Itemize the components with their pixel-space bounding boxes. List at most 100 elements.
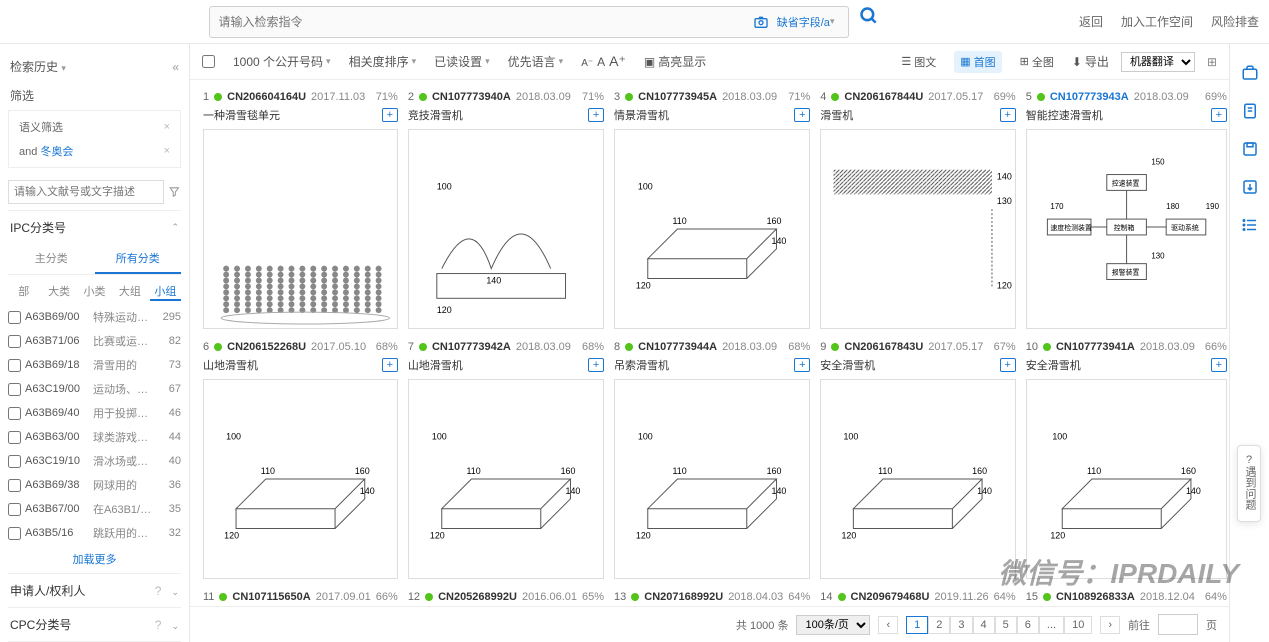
result-card[interactable]: 10CN107773941A2018.03.0966%安全滑雪机+1001101…: [1025, 338, 1228, 580]
page-2[interactable]: 2: [928, 616, 950, 634]
level-4[interactable]: 小组: [150, 283, 181, 301]
view-thumb[interactable]: ▦ 首图: [954, 51, 1001, 73]
add-icon[interactable]: +: [1211, 358, 1227, 372]
ipc-item[interactable]: A63B5/16跳跃用的训练装...32: [8, 521, 181, 545]
ipc-checkbox[interactable]: [8, 407, 21, 420]
briefcase-icon[interactable]: [1241, 64, 1259, 82]
ipc-checkbox[interactable]: [8, 431, 21, 444]
result-card[interactable]: 7CN107773942A2018.03.0968%山地滑雪机+10011014…: [407, 338, 605, 580]
link-workspace[interactable]: 加入工作空间: [1121, 13, 1193, 30]
funnel-icon[interactable]: [168, 185, 181, 199]
ipc-item[interactable]: A63B69/00特殊运动用的...295: [8, 305, 181, 329]
page-1[interactable]: 1: [906, 616, 928, 634]
next-page[interactable]: ›: [1100, 616, 1120, 634]
patent-thumbnail[interactable]: 100110140120160: [614, 129, 810, 329]
patent-thumbnail[interactable]: 100140120: [408, 129, 604, 329]
patent-number[interactable]: CN107773945A: [638, 91, 717, 103]
page-3[interactable]: 3: [950, 616, 972, 634]
ipc-item[interactable]: A63B63/00球类游戏的球...44: [8, 425, 181, 449]
patent-thumbnail[interactable]: 140130120: [820, 129, 1015, 329]
patent-thumbnail[interactable]: 100110140120160: [1026, 379, 1227, 579]
result-card[interactable]: 13CN207168992U2018.04.0364%一种自由式滑雪空中技巧夏训…: [613, 588, 811, 606]
link-risk[interactable]: 风险排查: [1211, 13, 1259, 30]
goto-input[interactable]: [1158, 614, 1198, 635]
lang-pref[interactable]: 优先语言 ▾: [508, 53, 564, 70]
patent-number[interactable]: CN206167843U: [844, 341, 923, 353]
level-3[interactable]: 大组: [114, 283, 145, 301]
result-card[interactable]: 1CN206604164U2017.11.0371%一种滑雪毯单元+: [202, 88, 399, 330]
result-count[interactable]: 1000 个公开号码 ▾: [233, 53, 331, 70]
patent-number[interactable]: CN206604164U: [227, 91, 306, 103]
patent-thumbnail[interactable]: 100110140120160: [614, 379, 810, 579]
ipc-checkbox[interactable]: [8, 455, 21, 468]
page-4[interactable]: 4: [973, 616, 995, 634]
patent-number[interactable]: CN108926833A: [1056, 591, 1135, 603]
add-icon[interactable]: +: [794, 108, 810, 122]
result-card[interactable]: 15CN108926833A2018.12.0464%人工旱雪滑道及基于人工旱雪…: [1025, 588, 1228, 606]
ipc-item[interactable]: A63B69/38网球用的36: [8, 473, 181, 497]
patent-number[interactable]: CN107773944A: [638, 341, 717, 353]
ipc-tab-all[interactable]: 所有分类: [95, 244, 182, 274]
result-card[interactable]: 9CN206167843U2017.05.1767%安全滑雪机+10011014…: [819, 338, 1016, 580]
camera-icon[interactable]: [753, 14, 769, 30]
translate-select[interactable]: 机器翻译: [1121, 52, 1195, 72]
view-full[interactable]: ⊞ 全图: [1014, 51, 1060, 73]
sort-select[interactable]: 相关度排序 ▾: [349, 53, 417, 70]
patent-number[interactable]: CN107773940A: [432, 91, 511, 103]
result-card[interactable]: 8CN107773944A2018.03.0968%吊索滑雪机+10011014…: [613, 338, 811, 580]
add-icon[interactable]: +: [382, 108, 398, 122]
filter-section[interactable]: CPC分类号? ⌄: [8, 607, 181, 641]
highlight-toggle[interactable]: ▣ 高亮显示: [644, 53, 706, 70]
patent-number[interactable]: CN209679468U: [851, 591, 930, 603]
add-icon[interactable]: +: [1000, 358, 1016, 372]
ipc-item[interactable]: A63C19/00运动场、溜冰...67: [8, 377, 181, 401]
ipc-checkbox[interactable]: [8, 311, 21, 324]
level-1[interactable]: 大类: [43, 283, 74, 301]
page-6[interactable]: 6: [1017, 616, 1039, 634]
patent-thumbnail[interactable]: 100110140120160: [408, 379, 604, 579]
save-icon[interactable]: [1241, 140, 1259, 158]
patent-number[interactable]: CN207168992U: [644, 591, 723, 603]
level-0[interactable]: 部: [8, 283, 39, 301]
patent-thumbnail[interactable]: [203, 129, 398, 329]
collapse-icon[interactable]: «: [172, 60, 179, 74]
ipc-section[interactable]: IPC分类号: [10, 219, 66, 236]
ipc-checkbox[interactable]: [8, 503, 21, 516]
field-select[interactable]: 缺省字段/a ▾: [777, 14, 835, 30]
filter-input[interactable]: [8, 180, 164, 204]
result-card[interactable]: 5CN107773943A2018.03.0969%智能控速滑雪机+控速装置速度…: [1025, 88, 1228, 330]
search-input[interactable]: [218, 15, 752, 29]
patent-number[interactable]: CN107115650A: [232, 591, 310, 603]
page-size-select[interactable]: 100条/页: [796, 615, 870, 635]
ipc-item[interactable]: A63C19/10滑冰场或滚轮...40: [8, 449, 181, 473]
ipc-item[interactable]: A63B67/00在A63B1/00至...35: [8, 497, 181, 521]
add-icon[interactable]: +: [588, 108, 604, 122]
level-2[interactable]: 小类: [79, 283, 110, 301]
add-icon[interactable]: +: [588, 358, 604, 372]
remove-tag-icon[interactable]: ×: [164, 145, 170, 157]
result-card[interactable]: 14CN209679468U2019.11.2664%滑板+: [819, 588, 1016, 606]
ipc-checkbox[interactable]: [8, 527, 21, 540]
patent-thumbnail[interactable]: 控速装置速度检测装置控制箱驱动系统报警装置150180190170130: [1026, 129, 1227, 329]
patent-number[interactable]: CN107773942A: [432, 341, 511, 353]
chevron-up-icon[interactable]: ⌃: [171, 222, 179, 233]
list-icon[interactable]: [1241, 216, 1259, 234]
page-5[interactable]: 5: [995, 616, 1017, 634]
ipc-item[interactable]: A63B71/06比赛或运动员...82: [8, 329, 181, 353]
prev-page[interactable]: ‹: [878, 616, 898, 634]
view-text[interactable]: ☰ 图文: [895, 51, 942, 73]
ipc-item[interactable]: A63B69/40用于投掷球的...46: [8, 401, 181, 425]
search-icon[interactable]: [859, 6, 879, 26]
result-card[interactable]: 11CN107115650A2017.09.0166%一组新型极限运动设施+: [202, 588, 399, 606]
patent-number[interactable]: CN206152268U: [227, 341, 306, 353]
ipc-checkbox[interactable]: [8, 383, 21, 396]
search-history[interactable]: 检索历史 ▾: [10, 58, 66, 75]
add-icon[interactable]: +: [1211, 108, 1227, 122]
ipc-checkbox[interactable]: [8, 359, 21, 372]
settings-icon[interactable]: ⊞: [1207, 55, 1217, 69]
ipc-item[interactable]: A63B69/18滑雪用的73: [8, 353, 181, 377]
add-icon[interactable]: +: [794, 358, 810, 372]
patent-number[interactable]: CN107773943A: [1050, 91, 1129, 103]
document-icon[interactable]: [1241, 102, 1259, 120]
help-float[interactable]: ?遇到问题: [1237, 445, 1261, 522]
